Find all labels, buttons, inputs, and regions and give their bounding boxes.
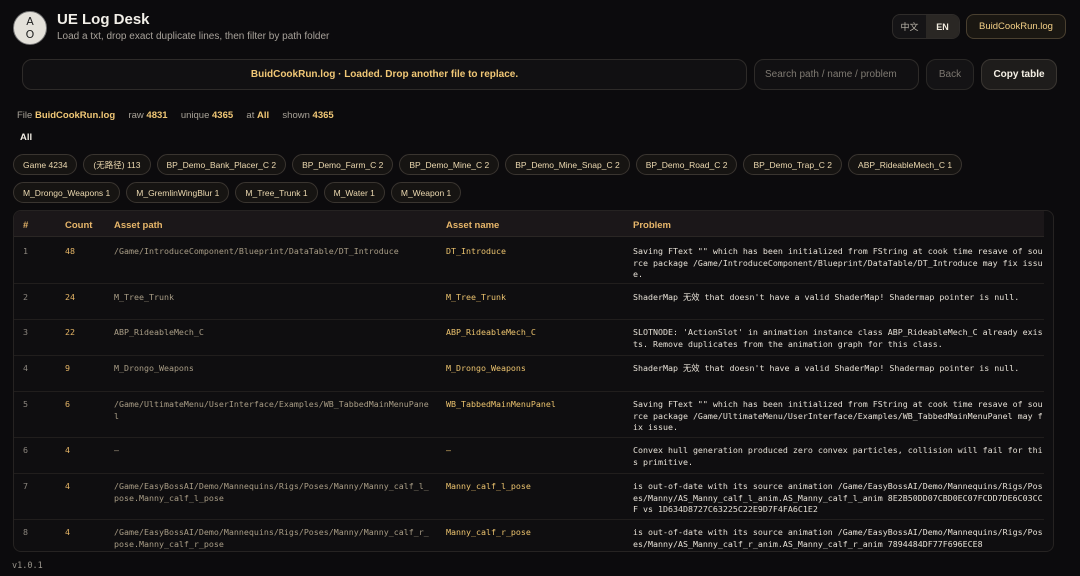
stat-raw-value: 4831	[146, 110, 168, 121]
row-count: 6	[65, 399, 70, 409]
col-name-header[interactable]: Asset name	[446, 220, 499, 231]
row-problem: ShaderMap 无效 that doesn't have a valid S…	[633, 292, 1020, 302]
folder-chip[interactable]: M_Weapon 1	[390, 182, 462, 203]
stat-shown-value: 4365	[312, 110, 334, 121]
app-logo: A O	[13, 11, 47, 45]
folder-chip[interactable]: ABP_RideableMech_C 1	[848, 154, 963, 175]
row-asset-name: WB_TabbedMainMenuPanel	[446, 399, 556, 409]
row-asset-path: M_Drongo_Weapons	[114, 363, 194, 373]
row-number: 5	[23, 399, 28, 409]
stats-bar: File BuidCookRun.log raw 4831 unique 436…	[17, 110, 334, 121]
logo-top-letter: A	[26, 15, 34, 28]
row-problem: Convex hull generation produced zero con…	[633, 445, 1043, 467]
row-count: 4	[65, 481, 70, 491]
version-label: v1.0.1	[12, 561, 43, 571]
row-count: 48	[65, 246, 75, 256]
row-asset-path: /Game/EasyBossAI/Demo/Mannequins/Rigs/Po…	[114, 527, 429, 549]
stat-shown-label: shown	[282, 110, 310, 121]
col-num-header[interactable]: #	[23, 220, 28, 231]
stat-at-label: at	[246, 110, 255, 121]
app-title: UE Log Desk	[57, 11, 150, 28]
folder-chip[interactable]: BP_Demo_Trap_C 2	[743, 154, 843, 175]
stat-at-value: All	[257, 110, 270, 121]
folder-chip[interactable]: BP_Demo_Road_C 2	[635, 154, 738, 175]
table-row[interactable]: 3 22 ABP_RideableMech_C ABP_RideableMech…	[14, 320, 1044, 356]
row-number: 4	[23, 363, 28, 373]
row-problem: is out-of-date with its source animation…	[633, 481, 1043, 514]
row-count: 9	[65, 363, 70, 373]
lang-en-button[interactable]: EN	[926, 15, 959, 38]
folder-chip[interactable]: M_GremlinWingBlur 1	[126, 182, 230, 203]
folder-chip[interactable]: BP_Demo_Mine_C 2	[399, 154, 500, 175]
folder-chip[interactable]: (无路径) 113	[83, 154, 151, 175]
row-problem: SLOTNODE: 'ActionSlot' in animation inst…	[633, 327, 1043, 349]
row-asset-name: M_Drongo_Weapons	[446, 363, 526, 373]
copy-table-button[interactable]: Copy table	[981, 59, 1057, 90]
row-asset-path: /Game/UltimateMenu/UserInterface/Example…	[114, 399, 429, 421]
table-row[interactable]: 6 4 — — Convex hull generation produced …	[14, 438, 1044, 474]
row-problem: is out-of-date with its source animation…	[633, 527, 1043, 549]
row-asset-path: ABP_RideableMech_C	[114, 327, 204, 337]
table-row[interactable]: 2 24 M_Tree_Trunk M_Tree_Trunk ShaderMap…	[14, 284, 1044, 320]
results-table: # Count Asset path Asset name Problem 1 …	[13, 210, 1054, 552]
table-row[interactable]: 8 4 /Game/EasyBossAI/Demo/Mannequins/Rig…	[14, 520, 1044, 551]
col-path-header[interactable]: Asset path	[114, 220, 163, 231]
row-problem: Saving FText "" which has been initializ…	[633, 246, 1043, 279]
row-number: 7	[23, 481, 28, 491]
col-problem-header[interactable]: Problem	[633, 220, 671, 231]
folder-chip[interactable]: BP_Demo_Bank_Placer_C 2	[156, 154, 287, 175]
row-count: 4	[65, 527, 70, 537]
logo-bottom-letter: O	[25, 28, 35, 41]
row-asset-name: Manny_calf_l_pose	[446, 481, 531, 491]
row-asset-name: ABP_RideableMech_C	[446, 327, 536, 337]
row-asset-name: —	[446, 445, 451, 455]
row-count: 22	[65, 327, 75, 337]
table-header: # Count Asset path Asset name Problem	[14, 211, 1044, 237]
stat-unique-label: unique	[180, 110, 210, 121]
row-count: 24	[65, 292, 75, 302]
stat-unique-value: 4365	[212, 110, 234, 121]
app-root: A O UE Log Desk Load a txt, drop exact d…	[0, 0, 1080, 576]
folder-chip[interactable]: M_Water 1	[323, 182, 385, 203]
row-number: 1	[23, 246, 28, 256]
row-asset-path: /Game/EasyBossAI/Demo/Mannequins/Rigs/Po…	[114, 481, 429, 503]
app-subtitle: Load a txt, drop exact duplicate lines, …	[57, 31, 330, 42]
table-row[interactable]: 7 4 /Game/EasyBossAI/Demo/Mannequins/Rig…	[14, 474, 1044, 520]
folder-chip[interactable]: BP_Demo_Farm_C 2	[292, 154, 394, 175]
search-input[interactable]	[754, 59, 919, 90]
folder-chip[interactable]: M_Tree_Trunk 1	[235, 182, 318, 203]
row-asset-path: /Game/IntroduceComponent/Blueprint/DataT…	[114, 246, 399, 256]
row-asset-path: —	[114, 445, 119, 455]
table-row[interactable]: 4 9 M_Drongo_Weapons M_Drongo_Weapons Sh…	[14, 356, 1044, 392]
table-row[interactable]: 5 6 /Game/UltimateMenu/UserInterface/Exa…	[14, 392, 1044, 438]
row-number: 8	[23, 527, 28, 537]
row-problem: Saving FText "" which has been initializ…	[633, 399, 1043, 432]
row-count: 4	[65, 445, 70, 455]
folder-chip[interactable]: BP_Demo_Mine_Snap_C 2	[505, 154, 630, 175]
loaded-file-chip[interactable]: BuidCookRun.log	[966, 14, 1066, 39]
language-switch: 中文 EN	[892, 14, 960, 39]
filter-all[interactable]: All	[20, 132, 32, 143]
col-count-header[interactable]: Count	[65, 220, 92, 231]
folder-chip[interactable]: Game 4234	[13, 154, 78, 175]
stat-raw-label: raw	[128, 110, 144, 121]
row-asset-path: M_Tree_Trunk	[114, 292, 174, 302]
back-button[interactable]: Back	[926, 59, 974, 90]
row-asset-name: M_Tree_Trunk	[446, 292, 506, 302]
folder-chip[interactable]: M_Drongo_Weapons 1	[13, 182, 121, 203]
file-drop-zone[interactable]: BuidCookRun.log · Loaded. Drop another f…	[22, 59, 747, 90]
folder-chip-row: Game 4234 (无路径) 113 BP_Demo_Bank_Placer_…	[13, 154, 963, 175]
row-asset-name: Manny_calf_r_pose	[446, 527, 531, 537]
stat-file-value: BuidCookRun.log	[34, 110, 116, 121]
row-problem: ShaderMap 无效 that doesn't have a valid S…	[633, 363, 1020, 373]
folder-chip-row: M_Drongo_Weapons 1 M_GremlinWingBlur 1 M…	[13, 182, 462, 203]
lang-zh-button[interactable]: 中文	[893, 15, 926, 38]
row-asset-name: DT_Introduce	[446, 246, 506, 256]
stat-file-label: File	[17, 110, 33, 121]
row-number: 3	[23, 327, 28, 337]
table-row[interactable]: 1 48 /Game/IntroduceComponent/Blueprint/…	[14, 238, 1044, 284]
row-number: 2	[23, 292, 28, 302]
row-number: 6	[23, 445, 28, 455]
